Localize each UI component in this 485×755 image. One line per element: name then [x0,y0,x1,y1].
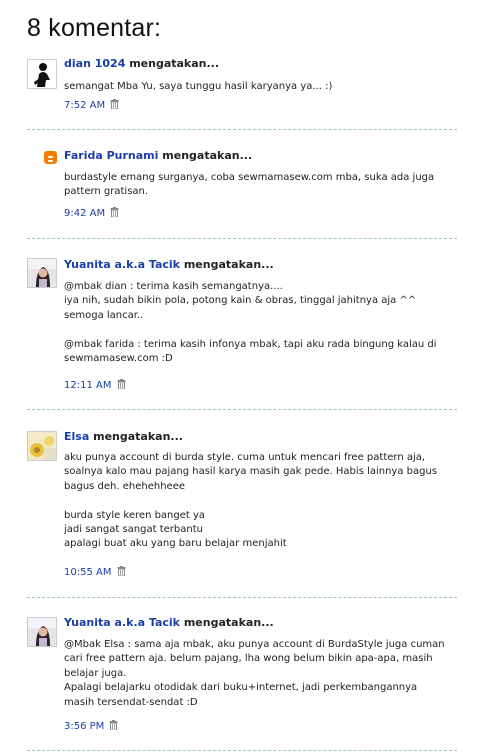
comment-author-link[interactable]: dian 1024 [64,57,125,70]
comment-author-link[interactable]: Farida Purnami [64,149,158,162]
comment-text: aku punya account di burda style. cuma u… [64,452,438,550]
silhouette-avatar-icon [28,60,56,88]
trash-icon[interactable] [117,566,126,579]
comment-body: aku punya account di burda style. cuma u… [64,451,459,552]
comment-separator [27,597,457,598]
photo-avatar-icon [28,618,56,646]
comment-timestamp-link[interactable]: 3:56 PM [64,721,104,732]
avatar[interactable] [27,617,57,647]
comment-author-link[interactable]: Elsa [64,430,89,443]
comment-footer: 12:11 AM [64,379,126,392]
comment-timestamp-link[interactable]: 12:11 AM [64,380,111,391]
comment-header: Farida Purnami mengatakan... [64,149,252,162]
comment-author-link[interactable]: Yuanita a.k.a Tacik [64,616,180,629]
avatar[interactable] [27,59,57,89]
says-label: mengatakan... [183,616,274,629]
comment-footer: 9:42 AM [64,207,119,220]
page-title: 8 komentar: [27,14,162,42]
comment-separator [27,129,457,130]
comment-timestamp-link[interactable]: 9:42 AM [64,208,105,219]
trash-icon[interactable] [109,720,118,733]
comment-header: Elsa mengatakan... [64,430,183,443]
blogger-icon[interactable] [44,151,57,164]
comment-footer: 3:56 PM [64,720,118,733]
says-label: mengatakan... [162,149,253,162]
comment-footer: 7:52 AM [64,99,119,112]
comment-separator [27,238,457,239]
comment-body: semangat Mba Yu, saya tunggu hasil karya… [64,80,459,94]
says-label: mengatakan... [129,57,220,70]
comment-body: @Mbak Elsa : sama aja mbak, aku punya ac… [64,638,459,710]
comment-text: @mbak dian : terima kasih semangatnya...… [64,281,437,365]
photo-avatar-icon [28,432,56,460]
comment-footer: 10:55 AM [64,566,126,579]
trash-icon[interactable] [110,207,119,220]
comment-separator [27,409,457,410]
comment-header: dian 1024 mengatakan... [64,57,219,70]
trash-icon[interactable] [117,379,126,392]
says-label: mengatakan... [183,258,274,271]
comment-text: burdastyle emang surganya, coba sewmamas… [64,172,435,198]
trash-icon[interactable] [110,99,119,112]
comment-body: @mbak dian : terima kasih semangatnya...… [64,280,459,366]
comment-timestamp-link[interactable]: 10:55 AM [64,567,111,578]
comment-header: Yuanita a.k.a Tacik mengatakan... [64,616,274,629]
comment-text: @Mbak Elsa : sama aja mbak, aku punya ac… [64,639,445,708]
comment-separator [27,750,457,751]
comment-body: burdastyle emang surganya, coba sewmamas… [64,171,459,200]
comment-author-link[interactable]: Yuanita a.k.a Tacik [64,258,180,271]
comment-text: semangat Mba Yu, saya tunggu hasil karya… [64,81,333,92]
avatar[interactable] [27,431,57,461]
photo-avatar-icon [28,259,56,287]
avatar[interactable] [27,258,57,288]
comment-timestamp-link[interactable]: 7:52 AM [64,100,105,111]
comment-header: Yuanita a.k.a Tacik mengatakan... [64,258,274,271]
says-label: mengatakan... [93,430,183,443]
